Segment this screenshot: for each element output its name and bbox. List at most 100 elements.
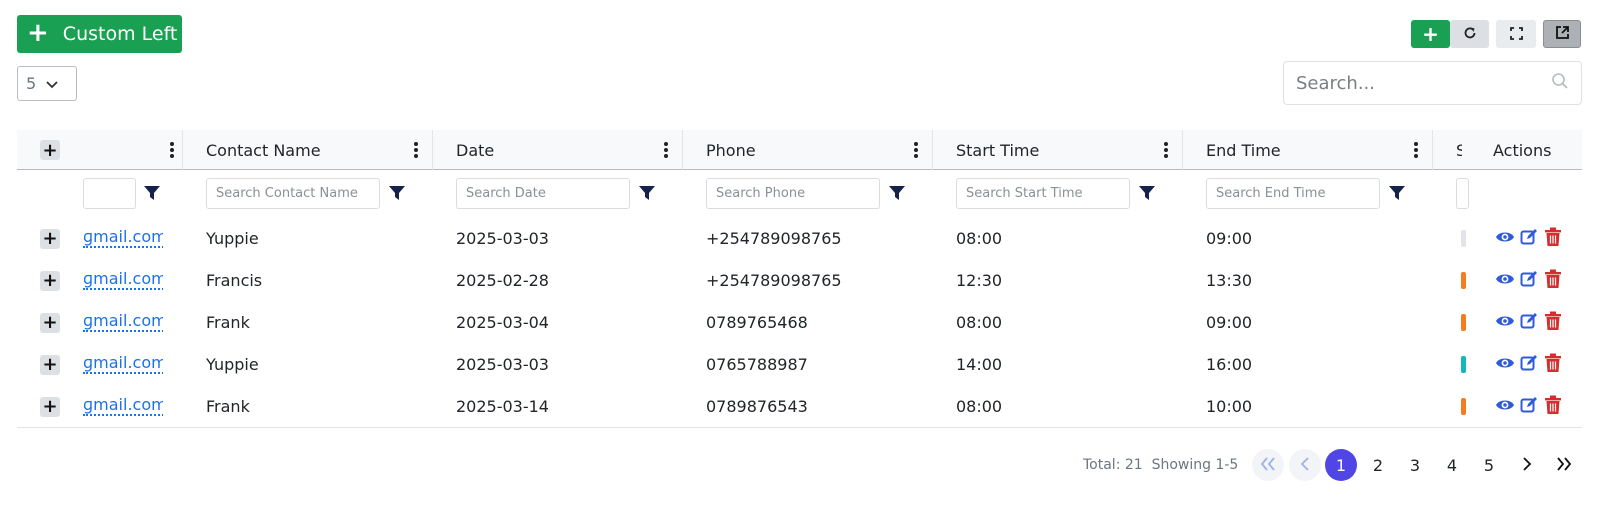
email-link[interactable]: ɡmail.com <box>83 312 163 332</box>
expand-row-button[interactable]: + <box>40 229 60 249</box>
status-badge <box>1461 230 1466 247</box>
plus-icon: + <box>42 396 58 417</box>
phone-cell: +254789098765 <box>706 270 842 290</box>
fullscreen-button[interactable] <box>1496 20 1536 48</box>
filter-icon[interactable] <box>388 185 406 201</box>
edit-icon[interactable] <box>1519 227 1539 247</box>
custom-left-button[interactable]: + Custom Left <box>17 15 182 53</box>
filter-icon[interactable] <box>888 185 906 201</box>
column-menu-icon[interactable] <box>1414 142 1418 158</box>
expand-row-button[interactable]: + <box>40 313 60 333</box>
filter-input-date[interactable] <box>456 178 630 209</box>
table-filter-row <box>17 170 1582 217</box>
column-header-start-time[interactable]: Start Time <box>956 130 1039 170</box>
table-row: + ɡmail.com Frank 2025-03-14 0789876543 08:00… <box>17 385 1582 428</box>
search-field[interactable] <box>1283 61 1582 105</box>
trash-icon[interactable] <box>1543 227 1563 247</box>
page-button-4[interactable]: 4 <box>1436 449 1468 481</box>
email-link[interactable]: ɡmail.com <box>83 228 163 248</box>
date-cell: 2025-03-03 <box>456 228 549 248</box>
page-size-select[interactable]: 5 <box>17 66 77 101</box>
table-header-row: + Contact Name Date Phone Start Time End… <box>17 130 1582 217</box>
edit-icon[interactable] <box>1519 311 1539 331</box>
column-menu-icon[interactable] <box>664 142 668 158</box>
trash-icon[interactable] <box>1543 269 1563 289</box>
page-button-5[interactable]: 5 <box>1473 449 1505 481</box>
refresh-button[interactable] <box>1450 20 1489 48</box>
plus-icon: + <box>27 17 49 48</box>
start-time-cell: 08:00 <box>956 396 1003 416</box>
start-time-cell: 08:00 <box>956 312 1003 332</box>
trash-icon[interactable] <box>1543 353 1563 373</box>
add-button[interactable]: + <box>1411 20 1450 48</box>
page-size-value: 5 <box>26 74 37 93</box>
last-page-button[interactable] <box>1548 449 1580 481</box>
eye-icon[interactable] <box>1495 269 1515 289</box>
phone-cell: 0765788987 <box>706 354 808 374</box>
edit-icon[interactable] <box>1519 395 1539 415</box>
phone-cell: +254789098765 <box>706 228 842 248</box>
first-page-button[interactable] <box>1252 449 1284 481</box>
filter-icon[interactable] <box>1138 185 1156 201</box>
column-header-phone[interactable]: Phone <box>706 130 756 170</box>
filter-icon[interactable] <box>143 185 161 201</box>
prev-page-button[interactable] <box>1289 449 1321 481</box>
eye-icon[interactable] <box>1495 227 1515 247</box>
search-input[interactable] <box>1296 72 1551 94</box>
plus-icon: + <box>42 270 58 291</box>
column-header-status[interactable]: S <box>1456 130 1462 170</box>
filter-input-status[interactable] <box>1456 178 1469 209</box>
table-row: + ɡmail.com Frank 2025-03-04 0789765468 08:00… <box>17 301 1582 344</box>
date-cell: 2025-03-03 <box>456 354 549 374</box>
filter-input-email[interactable] <box>83 178 136 209</box>
expand-row-button[interactable]: + <box>40 271 60 291</box>
column-header-contact-name[interactable]: Contact Name <box>206 130 321 170</box>
contact-name-cell: Yuppie <box>206 228 259 248</box>
chevron-left-icon <box>1300 456 1310 475</box>
trash-icon[interactable] <box>1543 311 1563 331</box>
next-page-button[interactable] <box>1511 449 1543 481</box>
contact-name-cell: Frank <box>206 396 250 416</box>
eye-icon[interactable] <box>1495 395 1515 415</box>
plus-icon: + <box>42 354 58 375</box>
expand-row-button[interactable]: + <box>40 355 60 375</box>
column-menu-icon[interactable] <box>170 142 174 158</box>
double-chevron-left-icon <box>1260 456 1276 475</box>
row-actions <box>1495 353 1563 373</box>
date-cell: 2025-02-28 <box>456 270 549 290</box>
expand-all-button[interactable]: + <box>40 140 60 161</box>
page-button-1[interactable]: 1 <box>1325 449 1357 481</box>
table-row: + ɡmail.com Yuppie 2025-03-03 0765788987 14:0… <box>17 343 1582 386</box>
trash-icon[interactable] <box>1543 395 1563 415</box>
expand-row-button[interactable]: + <box>40 397 60 417</box>
column-header-date[interactable]: Date <box>456 130 494 170</box>
filter-input-phone[interactable] <box>706 178 880 209</box>
edit-icon[interactable] <box>1519 353 1539 373</box>
email-link[interactable]: ɡmail.com <box>83 354 163 374</box>
chevron-right-icon <box>1522 456 1532 475</box>
column-menu-icon[interactable] <box>1164 142 1168 158</box>
filter-icon[interactable] <box>1388 185 1406 201</box>
filter-input-contact-name[interactable] <box>206 178 380 209</box>
eye-icon[interactable] <box>1495 311 1515 331</box>
contact-name-cell: Yuppie <box>206 354 259 374</box>
plus-icon: + <box>42 312 58 333</box>
email-link[interactable]: ɡmail.com <box>83 270 163 290</box>
filter-input-start-time[interactable] <box>956 178 1130 209</box>
pagination-showing: Showing 1-5 <box>1151 457 1239 473</box>
column-menu-icon[interactable] <box>914 142 918 158</box>
pagination-total: Total: 21 <box>1083 457 1143 473</box>
filter-input-end-time[interactable] <box>1206 178 1380 209</box>
page-button-3[interactable]: 3 <box>1399 449 1431 481</box>
page-button-2[interactable]: 2 <box>1362 449 1394 481</box>
eye-icon[interactable] <box>1495 353 1515 373</box>
status-badge <box>1461 272 1466 289</box>
email-link[interactable]: ɡmail.com <box>83 396 163 416</box>
external-link-button[interactable] <box>1543 20 1581 48</box>
edit-icon[interactable] <box>1519 269 1539 289</box>
start-time-cell: 14:00 <box>956 354 1003 374</box>
plus-icon: + <box>42 228 58 249</box>
column-menu-icon[interactable] <box>414 142 418 158</box>
column-header-end-time[interactable]: End Time <box>1206 130 1281 170</box>
filter-icon[interactable] <box>638 185 656 201</box>
